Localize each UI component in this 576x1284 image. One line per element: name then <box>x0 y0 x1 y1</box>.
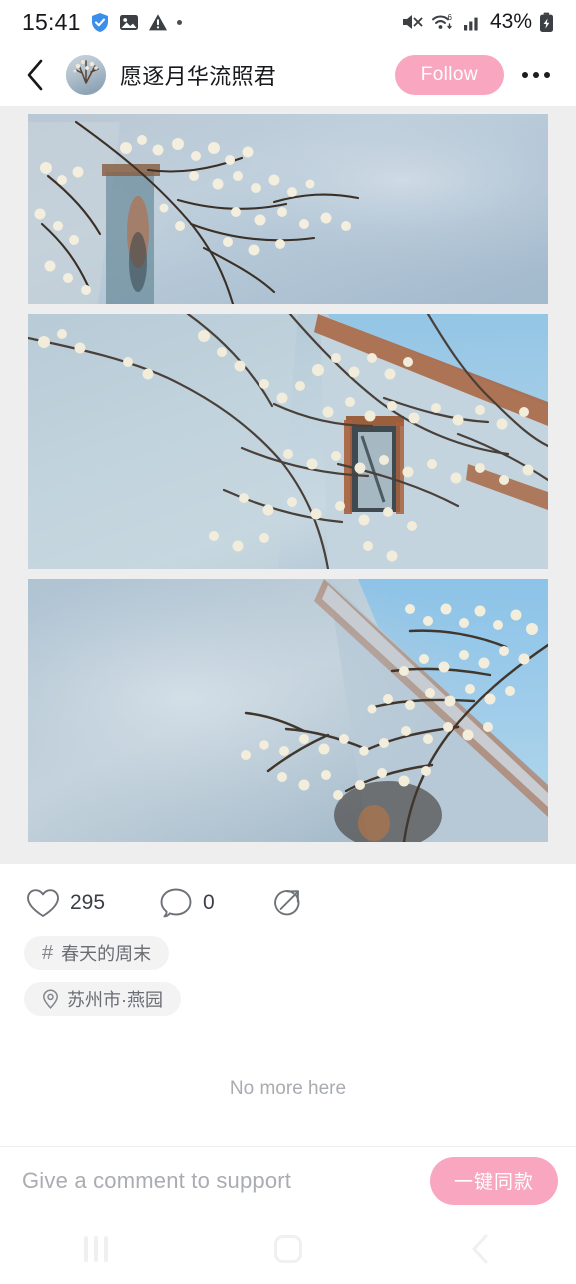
photo-image-3 <box>28 579 548 842</box>
more-horizontal-icon <box>533 72 539 78</box>
nav-back-button[interactable] <box>420 1214 540 1284</box>
hash-icon: # <box>42 942 54 964</box>
chevron-left-icon <box>27 59 43 91</box>
follow-button[interactable]: Follow <box>394 55 504 95</box>
system-nav-bar <box>0 1214 576 1284</box>
tag-row: # 春天的周末 <box>24 936 576 982</box>
shield-check-icon <box>90 12 110 33</box>
status-bar-right: 6 43% <box>401 10 554 34</box>
comment-bar: 一键同款 <box>0 1146 576 1214</box>
post-photo[interactable] <box>28 114 548 304</box>
like-button[interactable]: 295 <box>26 888 105 919</box>
photo-image-2 <box>28 314 548 569</box>
like-count: 295 <box>70 891 106 914</box>
tag-row: 苏州市·燕园 <box>24 982 576 1028</box>
back-chevron-icon <box>472 1234 488 1264</box>
svg-text:6: 6 <box>447 12 452 21</box>
comment-count: 0 <box>203 891 215 914</box>
avatar[interactable] <box>66 55 106 95</box>
wifi-icon: 6 <box>431 12 456 33</box>
tag-list: # 春天的周末 苏州市·燕园 <box>0 930 576 1028</box>
end-of-list-label: No more here <box>0 1040 576 1146</box>
location-tag[interactable]: 苏州市·燕园 <box>24 982 181 1016</box>
more-options-button[interactable] <box>514 53 558 97</box>
more-horizontal-icon <box>544 72 550 78</box>
mute-icon <box>401 12 424 32</box>
share-button[interactable] <box>269 886 303 920</box>
post-action-bar: 295 0 <box>0 864 576 930</box>
share-arrow-icon <box>273 890 300 916</box>
status-bar: 15:41 6 43% <box>0 0 576 44</box>
one-click-same-style-button[interactable]: 一键同款 <box>429 1156 558 1205</box>
post-photo[interactable] <box>28 579 548 842</box>
photo-image-1 <box>28 114 548 304</box>
post-photo[interactable] <box>28 314 548 569</box>
nav-recents-button[interactable] <box>36 1214 156 1284</box>
back-button[interactable] <box>24 55 58 95</box>
hashtag-label: 春天的周末 <box>61 944 152 964</box>
nav-home-button[interactable] <box>228 1214 348 1284</box>
warning-triangle-icon <box>148 13 168 32</box>
comment-input[interactable] <box>22 1167 430 1194</box>
signal-icon <box>463 13 482 32</box>
comment-button[interactable]: 0 <box>159 887 215 919</box>
more-horizontal-icon <box>522 72 528 78</box>
phone-screen: 15:41 6 43% 愿逐月华流照君 Follow 295 0 # 春天的周末… <box>0 0 576 1284</box>
avatar-image <box>66 55 106 95</box>
username-label[interactable]: 愿逐月华流照君 <box>120 59 276 91</box>
home-icon <box>274 1235 302 1263</box>
location-label: 苏州市·燕园 <box>67 990 163 1010</box>
battery-percent-label: 43% <box>489 10 532 33</box>
heart-icon <box>27 888 59 917</box>
battery-icon <box>539 12 554 33</box>
hashtag-tag[interactable]: # 春天的周末 <box>24 936 170 970</box>
comment-bubble-icon <box>160 888 192 918</box>
photo-feed <box>0 106 576 864</box>
recents-icon <box>84 1236 108 1262</box>
status-bar-left: 15:41 <box>22 9 182 36</box>
status-time: 15:41 <box>22 8 81 35</box>
dot-icon <box>176 19 182 25</box>
location-pin-icon <box>42 989 59 1009</box>
image-icon <box>119 13 139 32</box>
post-header: 愿逐月华流照君 Follow <box>0 44 576 106</box>
